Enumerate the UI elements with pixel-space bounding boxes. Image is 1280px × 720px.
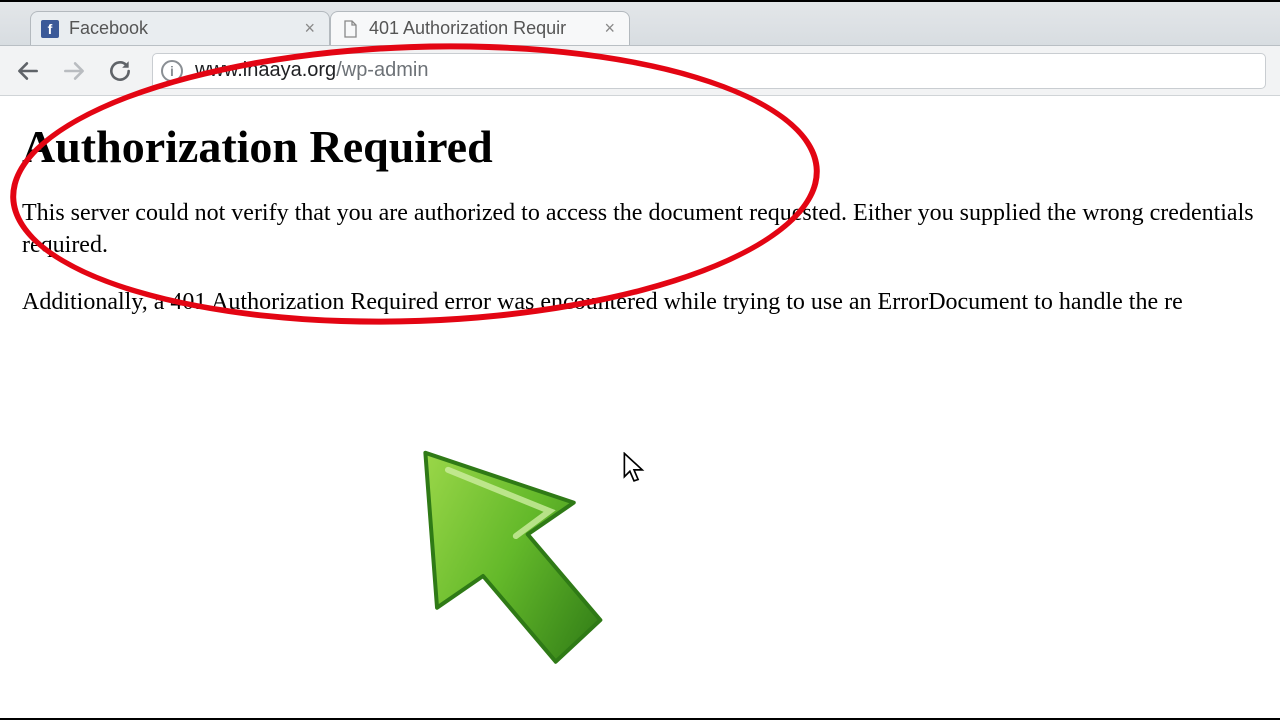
tab-401-authorization[interactable]: 401 Authorization Requir × [330,11,630,45]
tab-strip: f Facebook × 401 Authorization Requir × [0,2,1280,46]
page-heading: Authorization Required [22,120,1258,173]
close-icon[interactable]: × [600,18,619,39]
facebook-icon: f [41,20,59,38]
tab-title: Facebook [69,18,300,39]
tab-title: 401 Authorization Requir [369,18,600,39]
document-icon [341,20,359,38]
annotation-arrow [400,422,620,682]
close-icon[interactable]: × [300,18,319,39]
browser-toolbar: i www.inaaya.org/wp-admin [0,46,1280,96]
site-info-icon[interactable]: i [161,60,183,82]
tab-facebook[interactable]: f Facebook × [30,11,330,45]
browser-window: f Facebook × 401 Authorization Requir × … [0,0,1280,720]
page-content: Authorization Required This server could… [0,96,1280,360]
reload-button[interactable] [106,57,134,85]
error-paragraph-1: This server could not verify that you ar… [22,197,1258,262]
forward-button[interactable] [60,57,88,85]
cursor-icon [623,452,645,482]
url-text: www.inaaya.org/wp-admin [195,59,428,82]
address-bar[interactable]: i www.inaaya.org/wp-admin [152,53,1266,89]
error-paragraph-2: Additionally, a 401 Authorization Requir… [22,286,1258,318]
back-button[interactable] [14,57,42,85]
